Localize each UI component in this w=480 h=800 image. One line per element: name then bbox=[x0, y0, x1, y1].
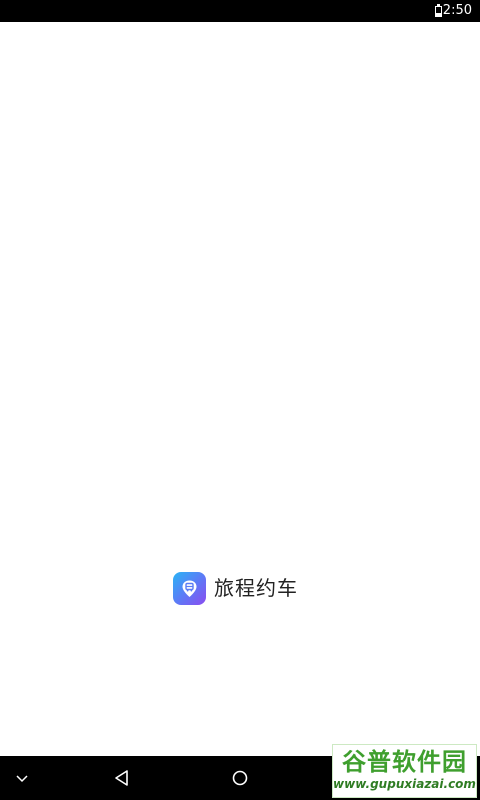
splash-screen: 2:50 旅程约车 谷普软件园 www.gupuxiazai.com bbox=[0, 0, 480, 800]
bus-location-icon bbox=[182, 580, 197, 597]
home-circle-icon bbox=[232, 770, 248, 786]
splash-logo: 旅程约车 bbox=[173, 571, 298, 605]
status-time: 2:50 bbox=[442, 3, 472, 18]
home-button[interactable] bbox=[218, 756, 262, 800]
watermark-brand: 谷普软件园 bbox=[342, 748, 467, 776]
app-name: 旅程约车 bbox=[214, 576, 298, 600]
back-triangle-icon bbox=[115, 770, 128, 786]
status-bar: 2:50 bbox=[0, 0, 480, 22]
app-icon bbox=[173, 571, 206, 605]
hide-nav-button[interactable] bbox=[0, 756, 44, 800]
watermark-logo: 谷普软件园 www.gupuxiazai.com bbox=[332, 744, 477, 798]
chevron-down-icon bbox=[16, 775, 28, 783]
watermark-url: www.gupuxiazai.com bbox=[333, 777, 476, 791]
battery-icon bbox=[435, 4, 442, 17]
back-button[interactable] bbox=[100, 756, 144, 800]
